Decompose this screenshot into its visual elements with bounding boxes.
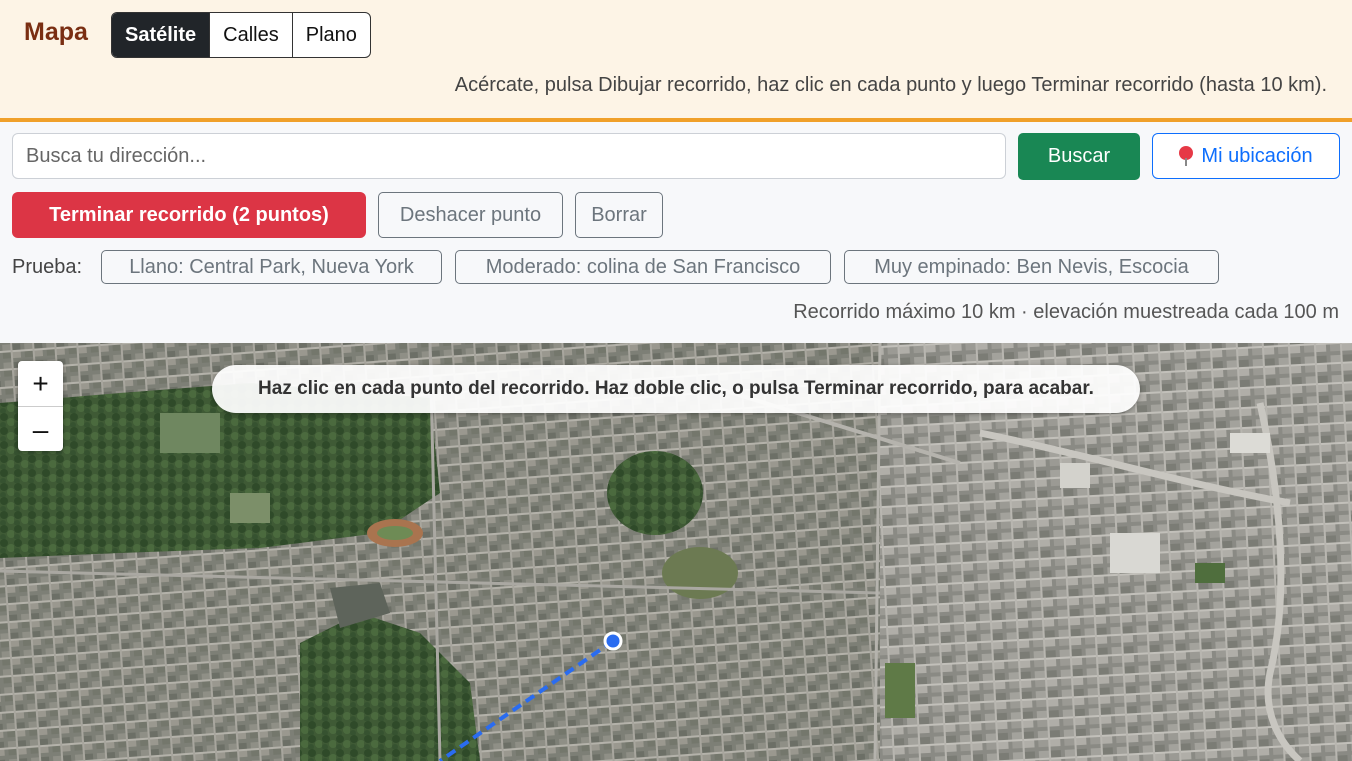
my-location-button[interactable]: Mi ubicación xyxy=(1152,133,1340,179)
example-flat-button[interactable]: Llano: Central Park, Nueva York xyxy=(101,250,442,284)
zoom-in-button[interactable]: + xyxy=(18,361,63,406)
map-type-streets-button[interactable]: Calles xyxy=(209,13,292,57)
map-tooltip: Haz clic en cada punto del recorrido. Ha… xyxy=(212,365,1140,413)
route-point-marker[interactable] xyxy=(603,631,623,651)
address-search-input[interactable] xyxy=(12,133,1006,179)
my-location-label: Mi ubicación xyxy=(1201,144,1313,167)
clear-button[interactable]: Borrar xyxy=(575,192,663,238)
example-steep-button[interactable]: Muy empinado: Ben Nevis, Escocia xyxy=(844,250,1219,284)
undo-point-button[interactable]: Deshacer punto xyxy=(378,192,563,238)
map-pin-icon xyxy=(1179,146,1194,166)
map-type-plain-button[interactable]: Plano xyxy=(291,13,370,57)
zoom-control: + – xyxy=(18,361,63,451)
tools-panel: Buscar Mi ubicación Terminar recorrido (… xyxy=(0,122,1352,343)
example-moderate-button[interactable]: Moderado: colina de San Francisco xyxy=(455,250,831,284)
examples-label: Prueba: xyxy=(12,256,83,278)
map-type-selector: Satélite Calles Plano xyxy=(111,12,371,58)
map-canvas[interactable]: + – Haz clic en cada punto del recorrido… xyxy=(0,343,1352,761)
map-type-satellite-button[interactable]: Satélite xyxy=(112,13,210,57)
finish-route-button[interactable]: Terminar recorrido (2 puntos) xyxy=(12,192,366,238)
zoom-out-button[interactable]: – xyxy=(18,406,63,452)
route-limits-text: Recorrido máximo 10 km · elevación muest… xyxy=(793,301,1339,323)
search-button[interactable]: Buscar xyxy=(1018,133,1140,180)
page-title: Mapa xyxy=(24,18,88,46)
top-banner: Mapa Satélite Calles Plano Acércate, pul… xyxy=(0,0,1352,122)
instruction-text: Acércate, pulsa Dibujar recorrido, haz c… xyxy=(454,74,1327,96)
